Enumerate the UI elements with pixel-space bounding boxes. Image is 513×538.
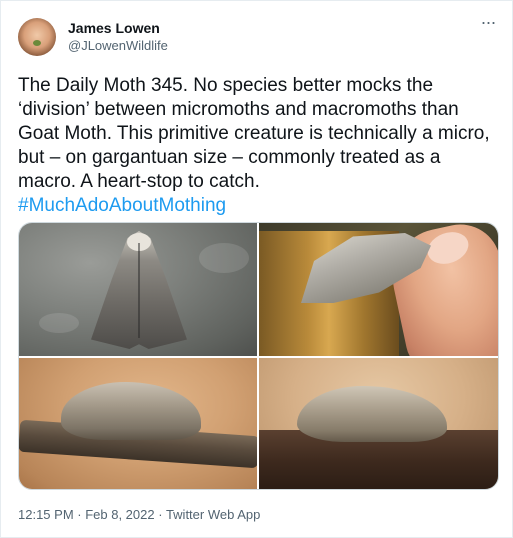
meta-separator: · <box>154 507 166 522</box>
tweet-source[interactable]: Twitter Web App <box>166 507 260 522</box>
tweet-date[interactable]: Feb 8, 2022 <box>85 507 154 522</box>
photo-moth-on-bark[interactable] <box>259 358 498 489</box>
photo-moth-on-branch[interactable] <box>19 358 257 489</box>
hashtag-link[interactable]: #MuchAdoAboutMothing <box>18 195 226 216</box>
photo-moth-on-wood-with-finger[interactable] <box>259 223 498 356</box>
tweet-card: James Lowen @JLowenWildlife ··· The Dail… <box>0 0 513 538</box>
tweet-meta: 12:15 PM · Feb 8, 2022 · Twitter Web App <box>18 506 260 524</box>
moth-body <box>61 382 201 440</box>
author-handle[interactable]: @JLowenWildlife <box>68 38 168 54</box>
media-grid <box>18 222 499 490</box>
moth-on-nose-detail <box>33 40 41 46</box>
rock-texture <box>199 243 249 273</box>
rock-texture <box>39 313 79 333</box>
tweet-time[interactable]: 12:15 PM <box>18 507 74 522</box>
meta-separator: · <box>73 507 86 522</box>
moth-body <box>297 386 447 442</box>
avatar[interactable] <box>18 18 56 56</box>
photo-moth-on-rock[interactable] <box>19 223 257 356</box>
moth-wing-seam <box>138 243 140 338</box>
author-name[interactable]: James Lowen <box>68 19 160 37</box>
tweet-body: The Daily Moth 345. No species better mo… <box>18 75 490 192</box>
tweet-text: The Daily Moth 345. No species better mo… <box>18 74 503 218</box>
more-options-icon[interactable]: ··· <box>476 13 500 33</box>
